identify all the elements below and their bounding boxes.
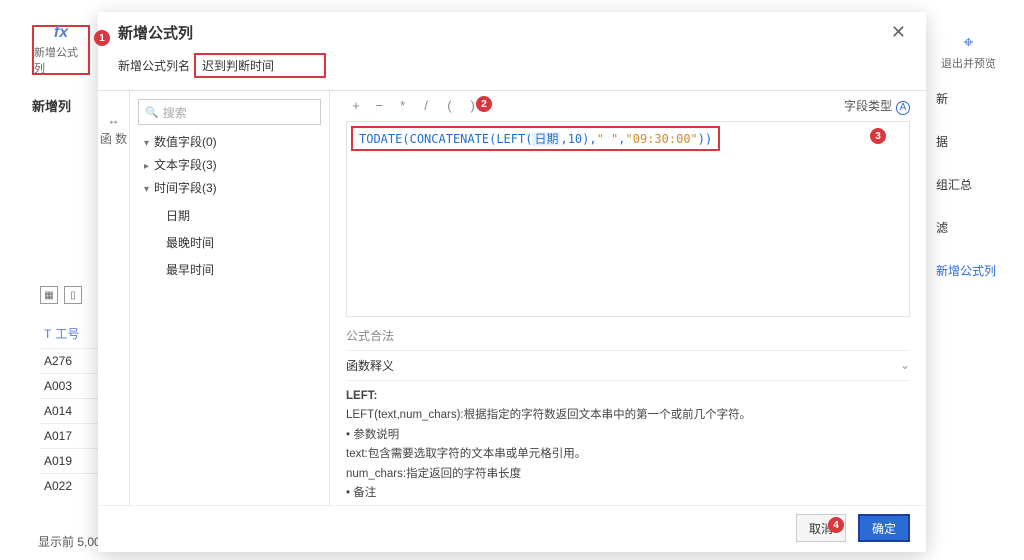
tree-group-number[interactable]: 数值字段(0): [144, 133, 321, 150]
doc-line: num_chars:指定返回的字符串长度: [346, 468, 521, 480]
doc-title: 函数释义: [346, 357, 394, 374]
preview-label: 退出并预览: [941, 55, 996, 71]
table-row[interactable]: A276: [40, 348, 98, 373]
panel-title: 新增列: [32, 96, 71, 115]
formula-status: 公式合法: [346, 327, 910, 344]
tree-group-time[interactable]: 时间字段(3): [144, 179, 321, 196]
right-link[interactable]: 滤: [936, 219, 996, 236]
doc-line: • 备注: [346, 487, 376, 499]
tree-leaf[interactable]: 最晚时间: [144, 229, 321, 256]
confirm-button[interactable]: 确定: [858, 514, 910, 542]
table-row[interactable]: A022: [40, 473, 98, 498]
right-link[interactable]: 组汇总: [936, 176, 996, 193]
modal-header: 新增公式列 ✕: [98, 12, 926, 47]
doc-line: • 参数说明: [346, 429, 399, 441]
modal-title: 新增公式列: [118, 22, 193, 43]
name-row: 新增公式列名 迟到判断时间 2: [98, 47, 926, 91]
fx-label: 新增公式列: [34, 44, 88, 76]
add-formula-col-button[interactable]: fx 新增公式列: [32, 25, 90, 75]
right-link[interactable]: 新: [936, 90, 996, 107]
doc-header[interactable]: 函数释义 ⌄: [346, 350, 910, 381]
formula-modal: 新增公式列 ✕ 新增公式列名 迟到判断时间 2 ↔函 数 搜索 数值字段(0) …: [98, 12, 926, 552]
right-link[interactable]: 新增公式列: [936, 262, 996, 279]
op-minus[interactable]: −: [369, 98, 389, 113]
ops-row: + − * / ( ) 字段类型A: [330, 91, 926, 121]
fn-column-label: ↔函 数: [100, 111, 127, 149]
doc-line: text:包含需要选取字符的文本串或单元格引用。: [346, 448, 586, 460]
callout-badge-2: 2: [476, 96, 492, 112]
table-row[interactable]: A017: [40, 423, 98, 448]
exit-preview-button[interactable]: ⌖ 退出并预览: [941, 32, 996, 71]
table-row[interactable]: A019: [40, 448, 98, 473]
callout-badge-4: 4: [828, 517, 844, 533]
list-view-icon[interactable]: ▯: [64, 286, 82, 304]
fields-panel: 搜索 数值字段(0) 文本字段(3) 时间字段(3) 日期 最晚时间 最早时间: [130, 91, 330, 505]
view-toggle[interactable]: ▦ ▯: [40, 286, 82, 304]
search-input[interactable]: 搜索: [138, 99, 321, 125]
callout-badge-3: 3: [870, 128, 886, 144]
preview-icon: ⌖: [941, 32, 996, 53]
fn-column[interactable]: ↔函 数: [98, 91, 130, 505]
callout-badge-1: 1: [94, 30, 110, 46]
field-type-label[interactable]: 字段类型A: [844, 97, 910, 115]
chevron-down-icon[interactable]: ⌄: [900, 358, 910, 372]
name-input[interactable]: 迟到判断时间: [194, 53, 326, 78]
name-label: 新增公式列名: [118, 57, 190, 74]
operators: + − * / ( ): [346, 98, 483, 113]
bg-table: 工号 A276 A003 A014 A017 A019 A022: [40, 320, 98, 498]
table-row[interactable]: A003: [40, 373, 98, 398]
formula-editor[interactable]: TODATE(CONCATENATE(LEFT(日期,10)," ","09:3…: [346, 121, 910, 317]
modal-footer: 取消 确定 4: [98, 505, 926, 552]
formula-highlight: TODATE(CONCATENATE(LEFT(日期,10)," ","09:3…: [351, 126, 720, 151]
tree-leaf[interactable]: 日期: [144, 202, 321, 229]
op-plus[interactable]: +: [346, 98, 366, 113]
right-link[interactable]: 据: [936, 133, 996, 150]
tree-group-text[interactable]: 文本字段(3): [144, 156, 321, 173]
field-tree: 数值字段(0) 文本字段(3) 时间字段(3) 日期 最晚时间 最早时间: [138, 133, 321, 283]
right-sidebar: 新 据 组汇总 滤 新增公式列: [936, 90, 996, 305]
fx-icon: fx: [54, 24, 68, 42]
tree-leaf[interactable]: 最早时间: [144, 256, 321, 283]
table-row[interactable]: A014: [40, 398, 98, 423]
formula-panel: + − * / ( ) 字段类型A TODATE(CONCATENATE(LEF…: [330, 91, 926, 505]
doc-line: LEFT(text,num_chars):根据指定的字符数返回文本串中的第一个或…: [346, 409, 751, 421]
doc-fn-name: LEFT:: [346, 390, 377, 402]
grid-view-icon[interactable]: ▦: [40, 286, 58, 304]
op-lparen[interactable]: (: [439, 98, 459, 113]
type-a-icon: A: [896, 101, 910, 115]
op-div[interactable]: /: [416, 98, 436, 113]
doc-body: LEFT: LEFT(text,num_chars):根据指定的字符数返回文本串…: [346, 387, 910, 506]
modal-body: ↔函 数 搜索 数值字段(0) 文本字段(3) 时间字段(3) 日期 最晚时间 …: [98, 91, 926, 505]
footer-text: 显示前 5,00: [38, 533, 101, 550]
op-mult[interactable]: *: [393, 98, 413, 113]
close-icon[interactable]: ✕: [891, 22, 906, 43]
column-header[interactable]: 工号: [40, 320, 98, 348]
